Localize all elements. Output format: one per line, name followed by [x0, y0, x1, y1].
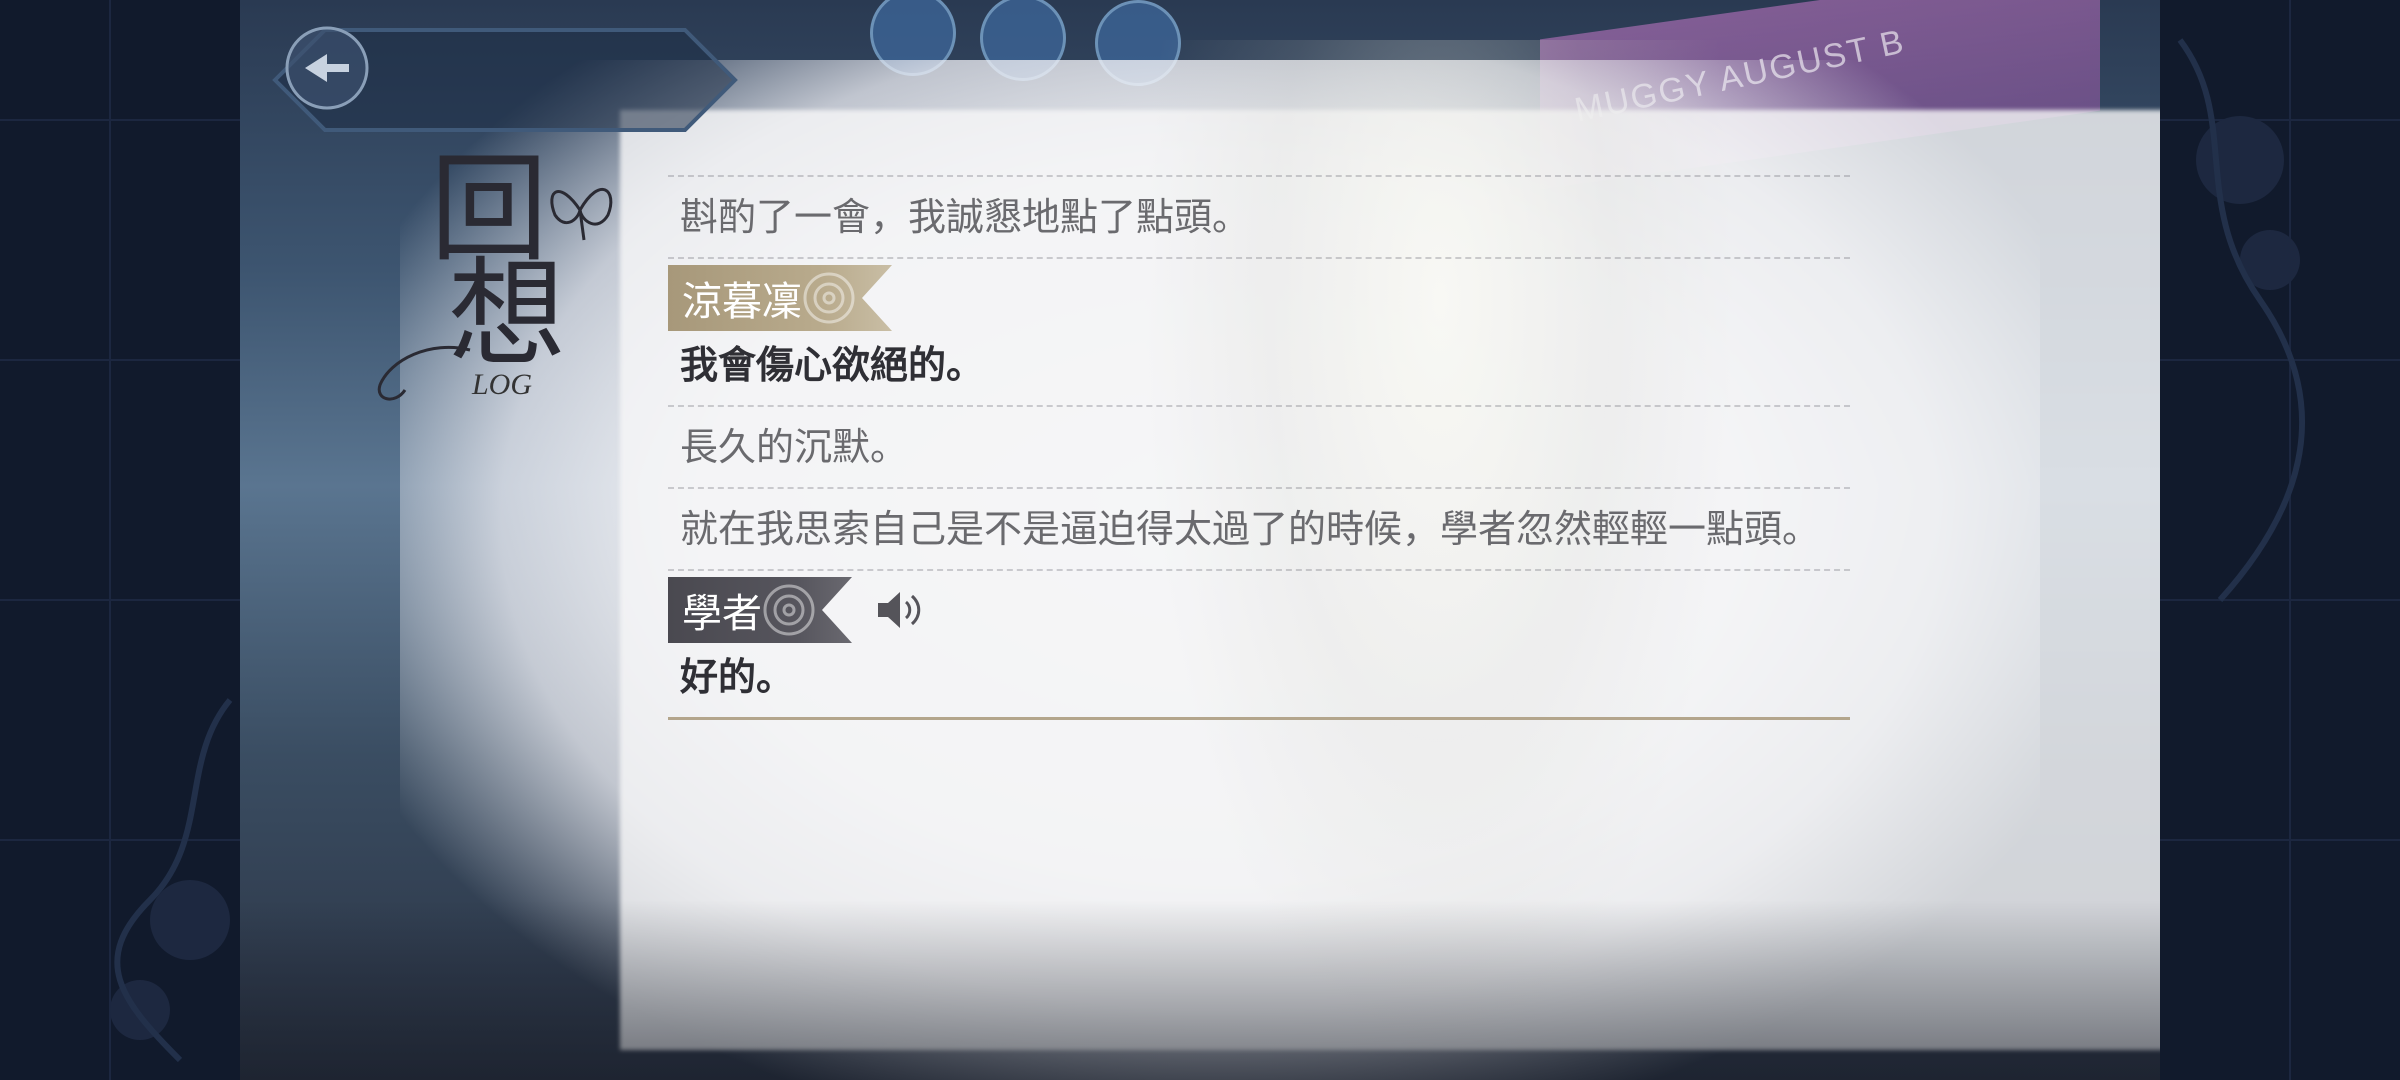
butterfly-icon [550, 187, 613, 241]
rose-icon [762, 583, 816, 637]
rose-icon [802, 271, 856, 325]
right-side-decoration [2160, 0, 2400, 1080]
speaker-name: 涼暮凜 [682, 279, 802, 325]
log-title: 回 想 LOG [360, 150, 630, 410]
speaker-icon[interactable] [874, 588, 926, 632]
entry-divider [668, 257, 1850, 259]
log-subtitle: LOG [472, 368, 533, 401]
speaker-name: 學者 [682, 591, 762, 637]
log-entry-narration: 就在我思索自己是不是逼迫得太過了的時候，學者忽然輕輕一點頭。 [680, 507, 1821, 551]
log-list[interactable]: 斟酌了一會，我誠懇地點了點頭。 涼暮凜 我會傷心欲絕的。 長久的沉默。 就在我思… [668, 155, 1850, 720]
log-entry-narration: 斟酌了一會，我誠懇地點了點頭。 [680, 195, 1251, 239]
back-button[interactable] [265, 20, 745, 160]
left-side-decoration [0, 0, 240, 1080]
log-entry-speech: 好的。 [680, 655, 795, 699]
speaker-tag: 學者 [668, 577, 1850, 643]
log-entry-narration: 長久的沉默。 [680, 425, 909, 469]
entry-divider [668, 569, 1850, 571]
speaker-tag: 涼暮凜 [668, 265, 1850, 331]
log-entry-speech: 我會傷心欲絕的。 [680, 343, 985, 387]
swirl-ornament [377, 345, 471, 401]
log-end-divider [668, 717, 1850, 720]
scene-bottom-shade [240, 900, 2160, 1080]
